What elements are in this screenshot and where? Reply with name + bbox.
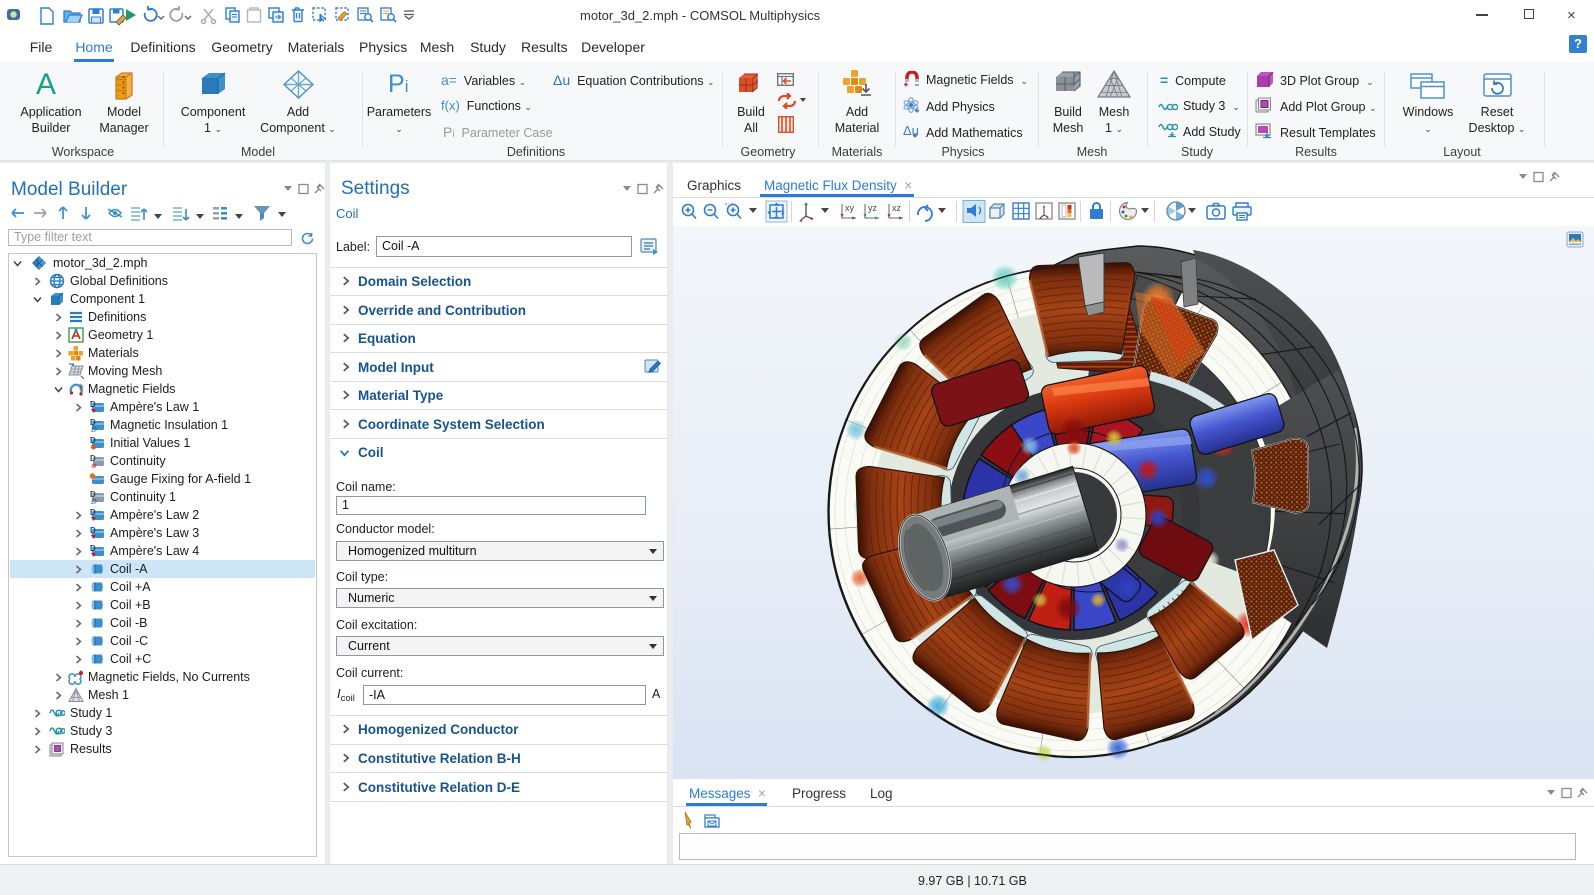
svg-text:yz: yz: [868, 203, 878, 213]
svg-text:xy: xy: [845, 203, 855, 213]
svg-text:xz: xz: [892, 203, 902, 213]
